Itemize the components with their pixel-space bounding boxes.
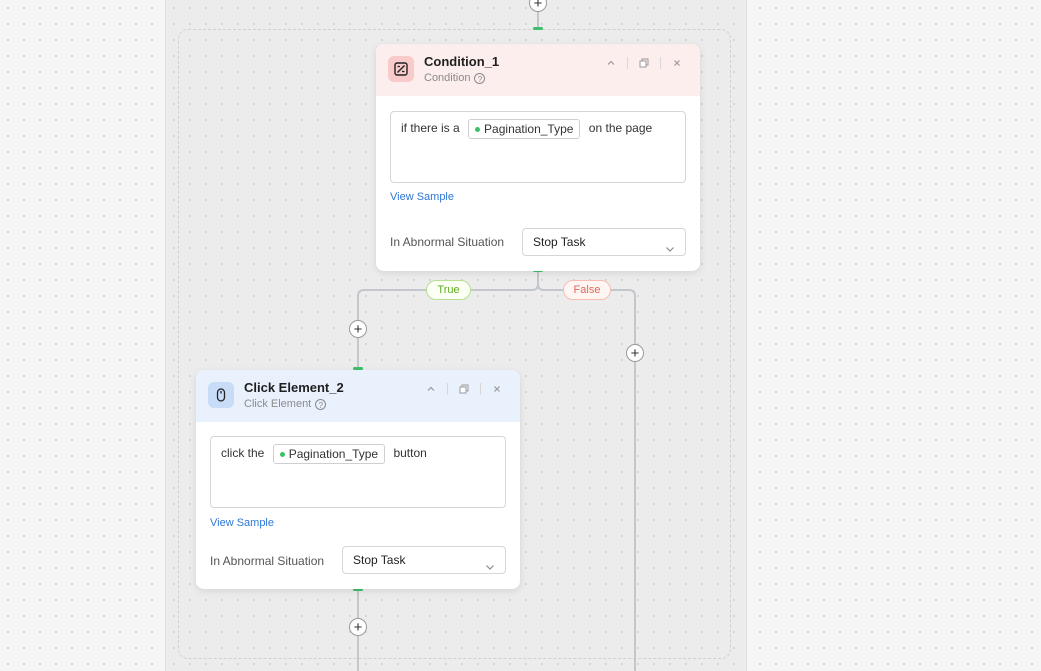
abnormal-situation-label: In Abnormal Situation [390,235,505,249]
click-text-before: click the [221,446,265,461]
help-icon[interactable]: ? [474,72,486,84]
condition-node-subtitle: Condition ? [424,72,486,84]
add-step-button-bottom[interactable]: + [349,618,367,636]
port-top [533,27,543,30]
chevron-up-icon[interactable] [422,380,440,398]
add-step-button-true[interactable]: + [349,320,367,338]
add-step-button-false[interactable]: + [626,344,644,362]
branch-badge-true: True [426,280,471,300]
action-divider [480,383,481,395]
abnormal-situation-select[interactable]: Stop Task [522,228,686,256]
close-icon[interactable] [668,54,686,72]
condition-node-title: Condition_1 [424,54,500,69]
condition-text-area[interactable]: if there is a Pagination_Type on the pag… [390,111,686,183]
condition-text-after: on the page [588,121,653,136]
chip-status-dot [475,126,481,132]
abnormal-situation-value: Stop Task [353,553,406,567]
click-element-node-title: Click Element_2 [244,380,344,395]
condition-node-header[interactable]: Condition_1 Condition ? [376,44,700,96]
condition-text-before: if there is a [401,121,460,136]
click-text-after: button [393,446,427,461]
view-sample-link[interactable]: View Sample [210,517,274,529]
variable-chip[interactable]: Pagination_Type [468,119,581,139]
chevron-up-icon[interactable] [602,54,620,72]
abnormal-situation-label: In Abnormal Situation [210,554,325,568]
click-element-text-area[interactable]: click the Pagination_Type button [210,436,506,508]
click-element-node-subtitle: Click Element ? [244,398,327,410]
chip-label: Pagination_Type [484,122,574,136]
click-element-node-type: Click Element [244,398,312,410]
condition-node[interactable]: Condition_1 Condition ? if there is a Pa… [376,44,700,271]
action-divider [447,383,448,395]
action-divider [660,57,661,69]
variable-chip[interactable]: Pagination_Type [272,444,386,464]
abnormal-situation-value: Stop Task [533,235,586,249]
connector-false-branch [537,283,636,671]
mouse-icon [208,382,234,408]
chip-status-dot [279,451,285,457]
branch-badge-false: False [563,280,611,300]
click-element-node-header[interactable]: Click Element_2 Click Element ? [196,370,520,422]
action-divider [627,57,628,69]
click-element-node-actions [422,380,506,398]
chip-label: Pagination_Type [288,447,379,461]
click-element-node[interactable]: Click Element_2 Click Element ? click th… [196,370,520,589]
close-icon[interactable] [488,380,506,398]
chevron-down-icon [665,237,675,263]
view-sample-link[interactable]: View Sample [390,191,454,203]
abnormal-situation-select[interactable]: Stop Task [342,546,506,574]
copy-icon[interactable] [455,380,473,398]
copy-icon[interactable] [635,54,653,72]
help-icon[interactable]: ? [315,398,327,410]
condition-node-actions [602,54,686,72]
chevron-down-icon [485,555,495,581]
condition-node-type: Condition [424,72,471,84]
condition-icon [388,56,414,82]
